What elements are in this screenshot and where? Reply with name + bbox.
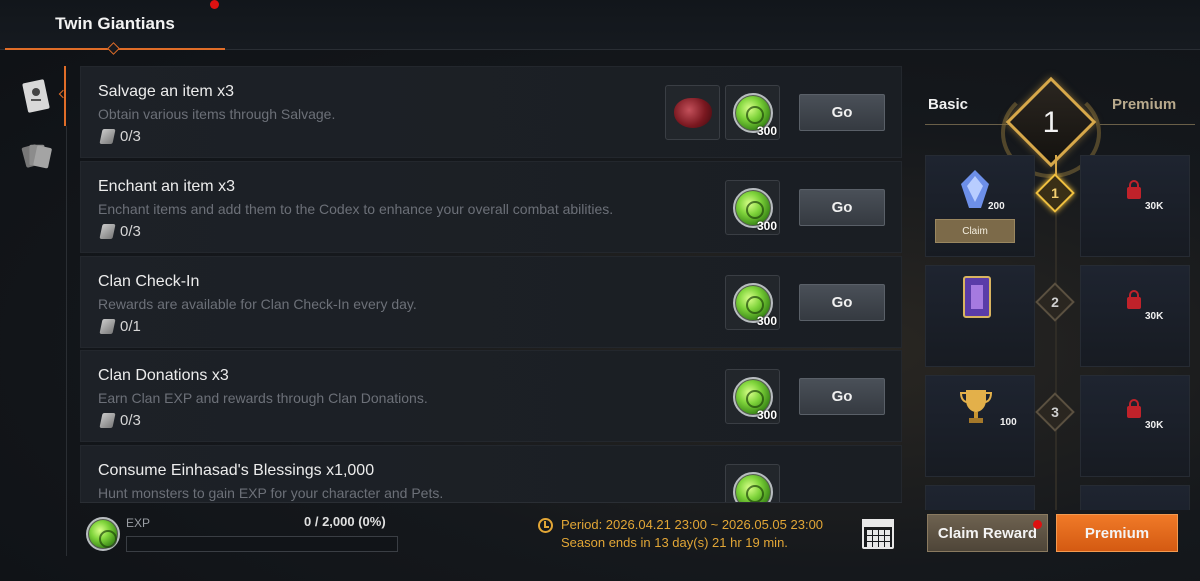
mission-row: Clan Check-In Rewards are available for …: [80, 256, 902, 348]
mission-progress: 0/3: [99, 223, 141, 240]
reward-slot[interactable]: 300: [725, 180, 780, 235]
gold-trophy-icon: [958, 385, 994, 427]
notification-dot: [210, 0, 219, 9]
reward-quantity: 300: [756, 408, 777, 422]
claim-reward-label: Claim Reward: [937, 524, 1038, 542]
basic-label: Basic: [928, 96, 969, 113]
go-button[interactable]: Go: [799, 94, 885, 131]
reward-slot[interactable]: [665, 85, 720, 140]
notification-dot: [1033, 520, 1042, 529]
mission-description: Rewards are available for Clan Check-In …: [98, 296, 417, 312]
header-line-right: [1100, 124, 1195, 125]
pass-header: Basic Premium 1: [915, 76, 1200, 178]
mission-progress: 0/3: [99, 412, 141, 429]
left-divider: [66, 126, 67, 556]
premium-reward-quantity: 30K: [1145, 201, 1164, 212]
ticket-category-icon[interactable]: [20, 78, 52, 114]
mission-title: Consume Einhasad's Blessings x1,000: [98, 462, 375, 479]
cards-category-icon[interactable]: [20, 138, 52, 174]
reward-slot[interactable]: 300: [725, 85, 780, 140]
category-column: [0, 66, 66, 556]
period-text: Period: 2026.04.21 23:00 ~ 2026.05.05 23…: [561, 517, 824, 532]
reward-track[interactable]: 1 200 Claim 30K 2 30K 3 100 30K: [920, 155, 1190, 510]
mission-title: Clan Donations x3: [98, 367, 229, 384]
mission-row: Salvage an item x3 Obtain various items …: [80, 66, 902, 158]
mission-description: Enchant items and add them to the Codex …: [98, 201, 614, 217]
go-button[interactable]: Go: [799, 189, 885, 226]
reward-slot[interactable]: [725, 464, 780, 502]
reward-quantity: 300: [756, 124, 777, 138]
premium-reward-cell[interactable]: [1080, 155, 1190, 257]
reward-slot[interactable]: 300: [725, 369, 780, 424]
season-remaining-text: Season ends in 13 day(s) 21 hr 19 min.: [561, 535, 788, 550]
mission-description: Hunt monsters to gain EXP for your chara…: [98, 485, 444, 501]
premium-reward-cell[interactable]: [1080, 375, 1190, 477]
exp-progress-bar: [126, 536, 398, 552]
exp-label: EXP: [126, 516, 151, 530]
premium-label: Premium: [1112, 96, 1177, 113]
premium-reward-cell[interactable]: [1080, 485, 1190, 510]
exp-value: 0 / 2,000 (0%): [304, 514, 386, 529]
mission-row: Clan Donations x3 Earn Clan EXP and rewa…: [80, 350, 902, 442]
pass-level: 1: [1042, 106, 1060, 139]
mission-progress: 0/3: [99, 128, 141, 145]
tier-number: 3: [1051, 404, 1059, 420]
reward-quantity: 200: [988, 201, 1005, 212]
mission-progress: 0/1: [99, 318, 141, 335]
claim-reward-button[interactable]: Claim Reward: [927, 514, 1048, 552]
premium-reward-quantity: 30K: [1145, 420, 1164, 431]
tab-bar: Twin Giantians: [0, 0, 1200, 55]
quill-icon: [99, 319, 116, 334]
pass-panel: Basic Premium 1 1 200 Claim 30K 2 30K 3 …: [915, 60, 1200, 510]
purple-card-icon: [960, 274, 994, 320]
tier-number: 2: [1051, 294, 1059, 310]
quill-icon: [99, 129, 116, 144]
progress-text: 0/3: [120, 223, 141, 240]
lock-icon: [1127, 399, 1141, 418]
mission-title: Salvage an item x3: [98, 83, 235, 100]
mission-description: Earn Clan EXP and rewards through Clan D…: [98, 390, 428, 406]
mission-description: Obtain various items through Salvage.: [98, 106, 336, 122]
mission-title: Clan Check-In: [98, 273, 200, 290]
lock-icon: [1127, 180, 1141, 199]
basic-reward-cell[interactable]: [925, 485, 1035, 510]
progress-text: 0/3: [120, 128, 141, 145]
premium-button-label: Premium: [1084, 524, 1150, 542]
clock-icon: [538, 518, 553, 533]
progress-text: 0/3: [120, 412, 141, 429]
tab-twin-giantians[interactable]: Twin Giantians: [5, 0, 225, 55]
quill-icon: [99, 413, 116, 428]
mission-row: Enchant an item x3 Enchant items and add…: [80, 161, 902, 253]
go-button[interactable]: Go: [799, 284, 885, 321]
tab-active-marker: [107, 42, 120, 55]
tab-label: Twin Giantians: [55, 14, 175, 33]
claim-button[interactable]: Claim: [935, 219, 1015, 243]
progress-text: 0/1: [120, 318, 141, 335]
premium-reward-cell[interactable]: [1080, 265, 1190, 367]
mission-list[interactable]: Salvage an item x3 Obtain various items …: [80, 66, 902, 502]
calendar-icon[interactable]: [862, 519, 894, 549]
premium-reward-quantity: 30K: [1145, 311, 1164, 322]
reward-quantity: 300: [756, 314, 777, 328]
mission-row: Consume Einhasad's Blessings x1,000 Hunt…: [80, 445, 902, 502]
mission-title: Enchant an item x3: [98, 178, 235, 195]
exp-coin-icon: [86, 517, 120, 551]
exp-bar-section: EXP 0 / 2,000 (0%) Period: 2026.04.21 23…: [80, 502, 902, 564]
reward-quantity: 300: [756, 219, 777, 233]
go-button[interactable]: Go: [799, 378, 885, 415]
tier-number: 1: [1051, 185, 1059, 201]
lock-icon: [1127, 290, 1141, 309]
premium-button[interactable]: Premium: [1056, 514, 1178, 552]
reward-slot[interactable]: 300: [725, 275, 780, 330]
red-gem-icon: [673, 97, 712, 128]
header-line-left: [925, 124, 1010, 125]
green-coin-icon: [732, 471, 773, 502]
reward-quantity: 100: [1000, 417, 1017, 428]
quill-icon: [99, 224, 116, 239]
